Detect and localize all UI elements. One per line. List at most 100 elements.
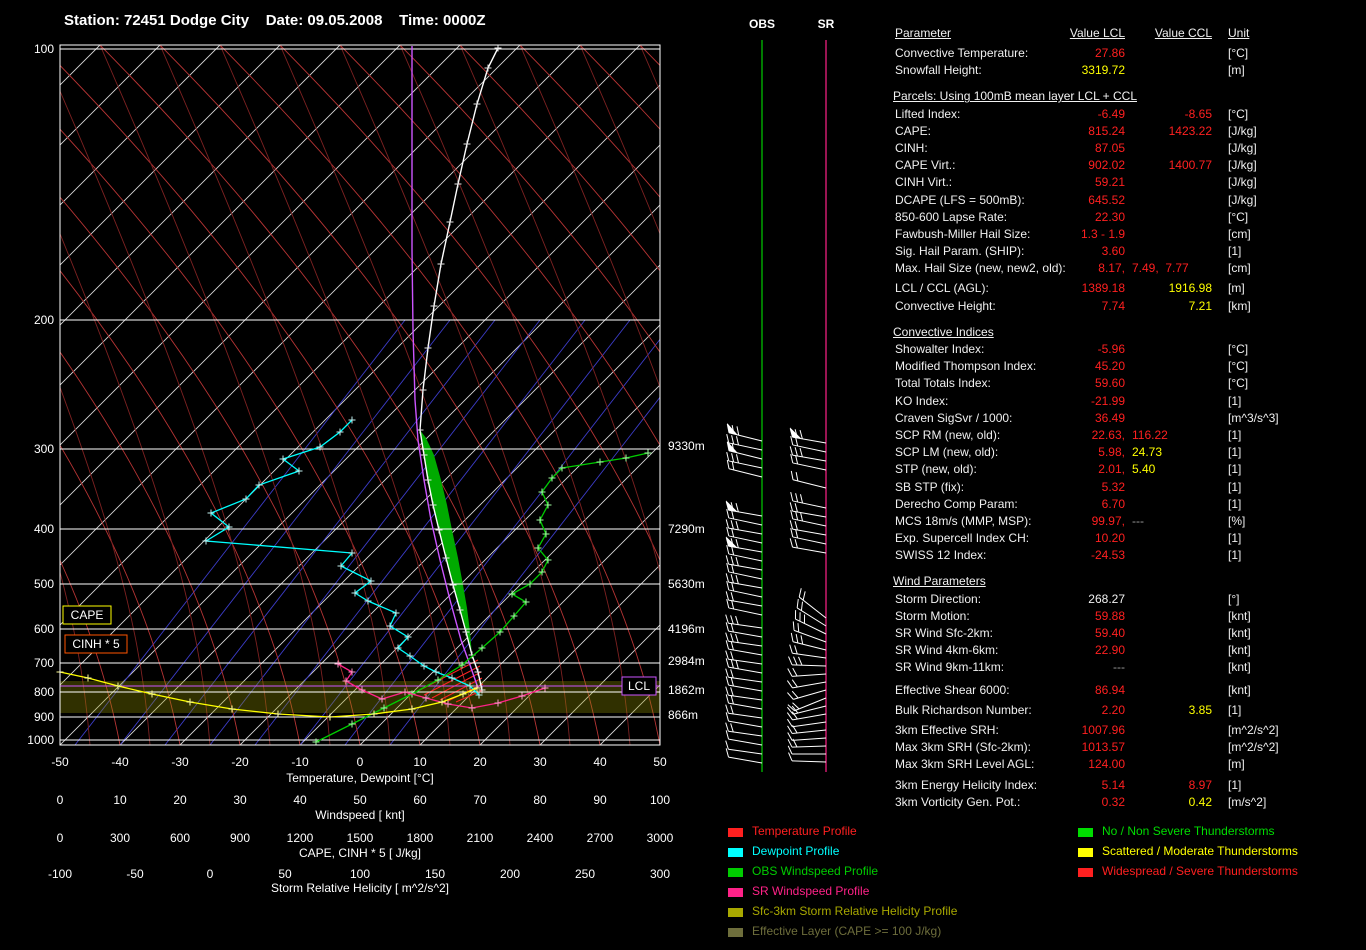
wind-barb-tick (726, 705, 729, 714)
wind-barb-staff (793, 642, 826, 650)
cape-tick-label: 900 (230, 831, 250, 845)
temperature-tick-label: 40 (593, 755, 607, 769)
unit-cell: [knt] (1228, 643, 1251, 657)
wind-barb-tick (791, 454, 793, 463)
sr-wind-column: SR (787, 17, 834, 772)
table-row: Bulk Richardson Number:2.203.85[1] (893, 703, 1328, 720)
table-row: SR Wind Sfc-2km:59.40[knt] (893, 626, 1328, 643)
obs-column-label: OBS (749, 17, 775, 31)
cape-axis-title: CAPE, CINH * 5 [ J/kg] (299, 846, 421, 860)
temperature-tick-label: 10 (413, 755, 427, 769)
wind-barb-tick (727, 581, 729, 590)
wind-barb-tick (795, 503, 797, 512)
wind-barb-tick (787, 693, 793, 700)
table-row: LCL / CCL (AGL):1389.181916.98[m] (893, 281, 1328, 298)
wind-barb-tick (731, 651, 734, 660)
srh-tick-label: 200 (500, 867, 520, 881)
isotherm-line (600, 45, 890, 745)
value-ccl: 1423.22 (893, 124, 1212, 138)
wind-barb-staff (729, 518, 762, 525)
pressure-tick-label: 600 (34, 622, 54, 636)
isotherm-line (0, 45, 280, 745)
wind-barb-tick (726, 730, 728, 739)
wind-barb-tick (732, 510, 734, 519)
temperature-tick-label: 20 (473, 755, 487, 769)
wind-barb-tick (795, 447, 797, 456)
legend-swatch (1078, 868, 1093, 877)
wind-barb-staff (728, 623, 762, 628)
wind-barb-tick (726, 615, 729, 624)
table-row: 3km Energy Helicity Index:5.148.97[1] (893, 778, 1328, 795)
cape-tick-label: 300 (110, 831, 130, 845)
wind-barb-tick (801, 602, 802, 611)
unit-cell: [°C] (1228, 376, 1248, 390)
sr-column-label: SR (818, 17, 835, 31)
legend-label: Effective Layer (CAPE >= 100 J/kg) (752, 924, 941, 938)
wind-barb-staff (728, 731, 762, 736)
wind-barb-tick (788, 726, 793, 734)
temperature-tick-label: 0 (357, 755, 364, 769)
value-lcl: 59.60 (893, 376, 1125, 390)
unit-cell: [1] (1228, 531, 1241, 545)
legend-swatch (1078, 828, 1093, 837)
wind-barb-staff (729, 554, 762, 561)
wind-barb-staff (793, 455, 826, 461)
srh-tick-label: 50 (278, 867, 292, 881)
value-lcl: 59.40 (893, 626, 1125, 640)
wind-barb-staff (792, 761, 826, 762)
value-lcl: 87.05 (893, 141, 1125, 155)
table-row: CINH:87.05[J/kg] (893, 141, 1328, 158)
unit-cell: [1] (1228, 462, 1241, 476)
plot-border (60, 45, 660, 745)
wind-barb-tick (791, 633, 793, 642)
wind-barb-staff (793, 682, 826, 688)
wind-barb-staff (793, 437, 826, 443)
table-row: CINH Virt.:59.21[J/kg] (893, 175, 1328, 192)
unit-cell: [°C] (1228, 46, 1248, 60)
dry-adiabat-line (220, 45, 660, 745)
wind-barb-tick (731, 574, 733, 583)
wind-barb-staff (792, 722, 826, 727)
table-row: Craven SigSvr / 1000:36.49[m^3/s^3] (893, 411, 1328, 428)
unit-cell: [m] (1228, 63, 1245, 77)
value-lcl: 22.30 (893, 210, 1125, 224)
table-row: Modified Thompson Index:45.20[°C] (893, 359, 1328, 376)
wind-barb-tick (790, 446, 792, 455)
temperature-tick-label: -20 (231, 755, 249, 769)
wind-barb-tick (731, 592, 733, 601)
unit-cell: [1] (1228, 778, 1241, 792)
value-lcl: -24.53 (893, 548, 1125, 562)
wind-barb-staff (793, 519, 826, 526)
table-header-row: ParameterValue LCLValue CCLUnit (893, 26, 1328, 46)
unit-cell: [J/kg] (1228, 193, 1257, 207)
wind-barb-tick (726, 694, 728, 703)
value-lcl: 3.60 (893, 244, 1125, 258)
unit-cell: [knt] (1228, 660, 1251, 674)
value-lcl: 5.98, (893, 445, 1125, 459)
wind-barb-staff (728, 749, 762, 754)
srh-tick-label: -50 (126, 867, 144, 881)
wind-barb-tick (791, 510, 793, 519)
table-row: Snowfall Height:3319.72[m] (893, 63, 1328, 80)
table-row: Max. Hail Size (new, new2, old):8.17,7.4… (893, 261, 1328, 278)
value-lcl: 5.32 (893, 480, 1125, 494)
wind-barb-staff (728, 677, 762, 682)
wind-barb-staff (728, 695, 762, 700)
wind-barb-staff (729, 572, 762, 579)
table-gap (893, 80, 1328, 89)
wind-barb-tick (727, 563, 729, 572)
value-lcl: 10.20 (893, 531, 1125, 545)
value-lcl: -5.96 (893, 342, 1125, 356)
legend-swatch (1078, 848, 1093, 857)
unit-cell: [cm] (1228, 227, 1251, 241)
wind-barb-staff (729, 757, 762, 763)
pressure-tick-label: 800 (34, 685, 54, 699)
value-ccl: 3.85 (893, 703, 1212, 717)
table-row: SWISS 12 Index:-24.53[1] (893, 548, 1328, 565)
wind-barb-tick (736, 660, 738, 669)
table-row: SCP LM (new, old):5.98,24.73[1] (893, 445, 1328, 462)
pressure-tick-label: 400 (34, 522, 54, 536)
srh-axis-title: Storm Relative Helicity [ m^2/s^2] (271, 881, 449, 895)
legend-swatch (728, 848, 743, 857)
wind-barb-staff (792, 738, 826, 740)
